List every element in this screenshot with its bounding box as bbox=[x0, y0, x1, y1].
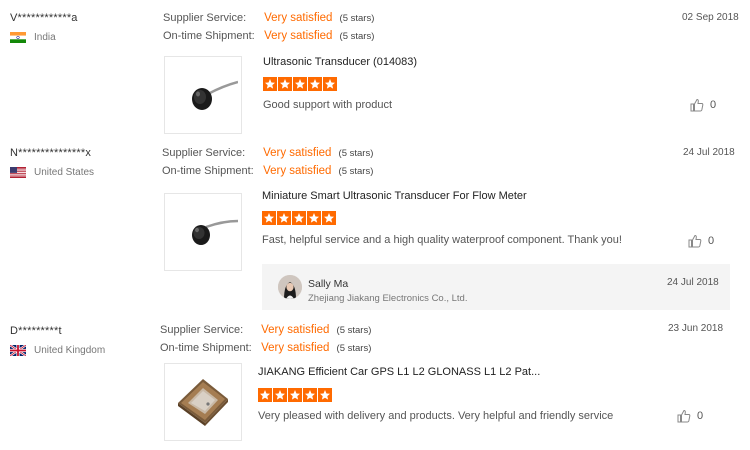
product-thumbnail[interactable] bbox=[164, 193, 242, 271]
thumbs-up-icon bbox=[688, 234, 702, 248]
uk-flag-icon bbox=[10, 345, 26, 356]
thumbs-up-icon bbox=[690, 98, 704, 112]
review-item: N***************x United States Supplier… bbox=[0, 140, 750, 315]
shipment-label: On-time Shipment: bbox=[162, 165, 254, 177]
country-label: United States bbox=[34, 167, 95, 178]
supplier-service-rating: Supplier Service: Very satisfied (5 star… bbox=[163, 12, 374, 24]
product-thumbnail[interactable] bbox=[164, 56, 242, 134]
supplier-service-stars: (5 stars) bbox=[336, 325, 372, 336]
reply-company-name: Zhejiang Jiakang Electronics Co., Ltd. bbox=[308, 293, 468, 304]
supplier-service-rating: Supplier Service: Very satisfied (5 star… bbox=[160, 324, 371, 336]
product-title-link[interactable]: Ultrasonic Transducer (014083) bbox=[263, 56, 417, 68]
star-icon bbox=[318, 388, 332, 402]
review-stars bbox=[263, 77, 337, 91]
supplier-service-label: Supplier Service: bbox=[160, 324, 244, 336]
usa-flag-icon bbox=[10, 167, 26, 178]
product-title-link[interactable]: Miniature Smart Ultrasonic Transducer Fo… bbox=[262, 190, 527, 202]
star-icon bbox=[277, 211, 291, 225]
buyer-name: D*********t bbox=[10, 325, 62, 337]
shipment-value: Very satisfied bbox=[261, 342, 330, 354]
shipment-value: Very satisfied bbox=[263, 165, 332, 177]
review-date: 23 Jun 2018 bbox=[668, 323, 724, 334]
like-count: 0 bbox=[708, 235, 715, 247]
shipment-label: On-time Shipment: bbox=[163, 30, 255, 42]
supplier-reply: Sally Ma Zhejiang Jiakang Electronics Co… bbox=[262, 264, 730, 310]
review-item: D*********t United Kingdom Supplier Serv… bbox=[0, 318, 750, 450]
buyer-name: N***************x bbox=[10, 147, 92, 159]
review-comment: Fast, helpful service and a high quality… bbox=[262, 234, 622, 246]
supplier-service-stars: (5 stars) bbox=[339, 13, 375, 24]
country-label: India bbox=[34, 32, 56, 43]
star-icon bbox=[263, 77, 277, 91]
gps-antenna-image bbox=[178, 379, 228, 426]
shipment-stars: (5 stars) bbox=[339, 31, 375, 42]
review-stars bbox=[258, 388, 332, 402]
like-button[interactable]: 0 bbox=[688, 234, 714, 248]
product-thumbnail[interactable] bbox=[164, 363, 242, 441]
product-title-link[interactable]: JIAKANG Efficient Car GPS L1 L2 GLONASS … bbox=[258, 366, 540, 378]
star-icon bbox=[258, 388, 272, 402]
review-date: 24 Jul 2018 bbox=[683, 147, 735, 158]
reply-author-name: Sally Ma bbox=[308, 278, 349, 290]
star-icon bbox=[278, 77, 292, 91]
shipment-value: Very satisfied bbox=[264, 30, 333, 42]
buyer-name: V************a bbox=[10, 12, 78, 24]
thumbs-up-icon bbox=[677, 409, 691, 423]
like-button[interactable]: 0 bbox=[677, 409, 703, 423]
star-icon bbox=[262, 211, 276, 225]
buyer-country: United Kingdom bbox=[10, 345, 105, 356]
supplier-service-rating: Supplier Service: Very satisfied (5 star… bbox=[162, 147, 373, 159]
star-icon bbox=[288, 388, 302, 402]
review-comment: Very pleased with delivery and products.… bbox=[258, 410, 614, 422]
country-label: United Kingdom bbox=[34, 345, 106, 356]
review-comment: Good support with product bbox=[263, 99, 393, 111]
shipment-stars: (5 stars) bbox=[338, 166, 374, 177]
star-icon bbox=[292, 211, 306, 225]
review-item: V************a India Supplier Service: V… bbox=[0, 0, 750, 140]
reply-date: 24 Jul 2018 bbox=[667, 277, 719, 288]
buyer-country: United States bbox=[10, 167, 94, 178]
shipment-label: On-time Shipment: bbox=[160, 342, 252, 354]
star-icon bbox=[308, 77, 322, 91]
avatar bbox=[278, 275, 302, 299]
review-stars bbox=[262, 211, 336, 225]
like-button[interactable]: 0 bbox=[690, 98, 716, 112]
supplier-service-label: Supplier Service: bbox=[163, 12, 247, 24]
supplier-service-label: Supplier Service: bbox=[162, 147, 246, 159]
review-date: 02 Sep 2018 bbox=[682, 12, 739, 23]
on-time-shipment-rating: On-time Shipment: Very satisfied (5 star… bbox=[163, 30, 374, 42]
on-time-shipment-rating: On-time Shipment: Very satisfied (5 star… bbox=[160, 342, 371, 354]
supplier-service-stars: (5 stars) bbox=[338, 148, 374, 159]
like-count: 0 bbox=[697, 410, 704, 422]
star-icon bbox=[293, 77, 307, 91]
buyer-country: India bbox=[10, 32, 56, 43]
india-flag-icon bbox=[10, 32, 26, 43]
ultrasonic-transducer-image bbox=[192, 219, 238, 245]
star-icon bbox=[273, 388, 287, 402]
star-icon bbox=[323, 77, 337, 91]
on-time-shipment-rating: On-time Shipment: Very satisfied (5 star… bbox=[162, 165, 373, 177]
like-count: 0 bbox=[710, 99, 717, 111]
star-icon bbox=[303, 388, 317, 402]
ultrasonic-transducer-image bbox=[192, 80, 238, 110]
star-icon bbox=[307, 211, 321, 225]
supplier-service-value: Very satisfied bbox=[263, 147, 332, 159]
shipment-stars: (5 stars) bbox=[336, 343, 372, 354]
supplier-service-value: Very satisfied bbox=[261, 324, 330, 336]
supplier-service-value: Very satisfied bbox=[264, 12, 333, 24]
star-icon bbox=[322, 211, 336, 225]
